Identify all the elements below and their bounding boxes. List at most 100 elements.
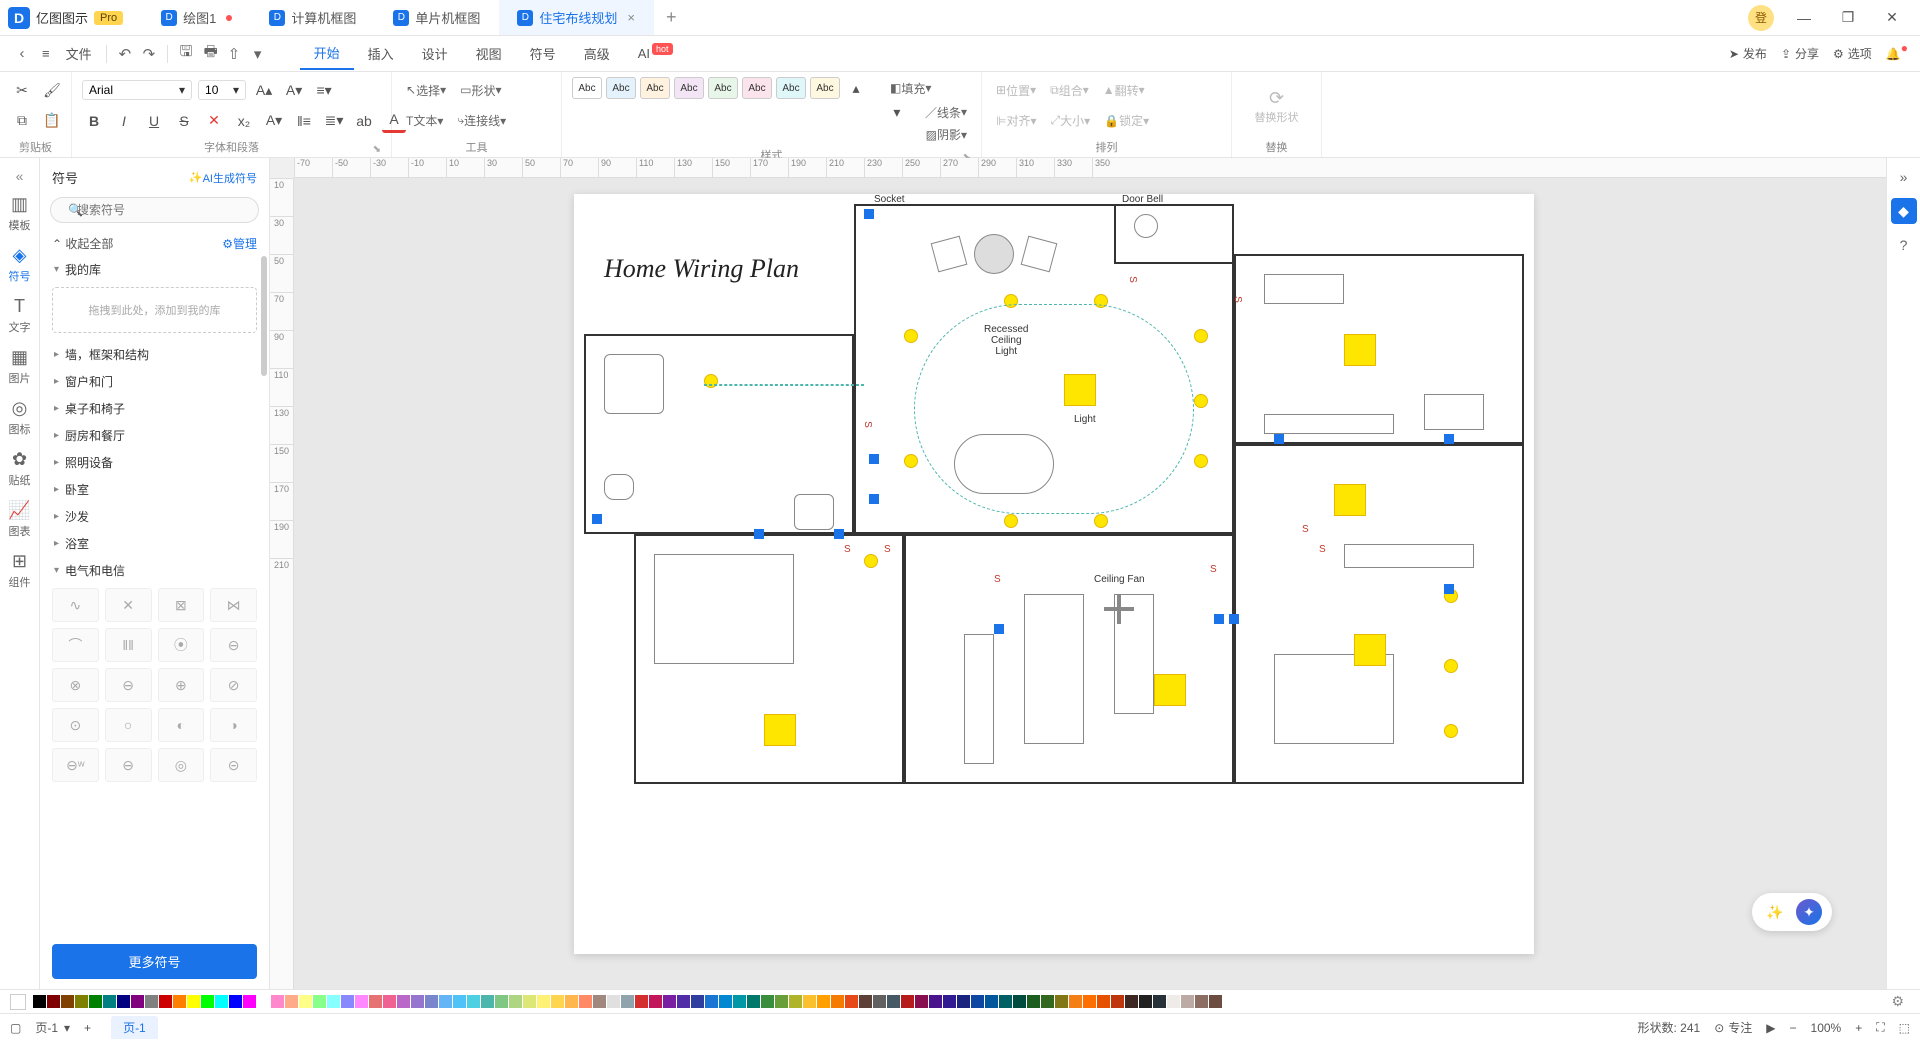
- more-symbols-button[interactable]: 更多符号: [52, 944, 257, 979]
- increase-font-button[interactable]: A▴: [252, 78, 276, 102]
- symbol-item[interactable]: ⊖: [105, 668, 152, 702]
- style-preset[interactable]: Abc: [742, 77, 772, 99]
- cat-electrical[interactable]: 电气和电信: [40, 557, 269, 584]
- presentation-button[interactable]: ▶: [1766, 1021, 1775, 1035]
- align-button[interactable]: ≡▾: [312, 78, 336, 102]
- cat-bedroom[interactable]: 卧室: [40, 476, 269, 503]
- symbol-item[interactable]: ⊙: [52, 708, 99, 742]
- focus-mode-button[interactable]: ⊙ 专注: [1714, 1019, 1752, 1036]
- paste-button[interactable]: 📋: [40, 109, 64, 133]
- cat-walls[interactable]: 墙，框架和结构: [40, 341, 269, 368]
- menu-tab-ai[interactable]: AIhot: [624, 40, 687, 67]
- right-help-button[interactable]: ?: [1891, 232, 1917, 258]
- recessed-light[interactable]: [1444, 724, 1458, 738]
- color-swatch[interactable]: [299, 995, 312, 1008]
- clear-format-button[interactable]: ✕: [202, 109, 226, 133]
- switch[interactable]: [834, 529, 844, 539]
- color-swatch[interactable]: [957, 995, 970, 1008]
- switch[interactable]: [592, 514, 602, 524]
- text-effects-button[interactable]: A▾: [262, 109, 286, 133]
- color-swatch[interactable]: [33, 995, 46, 1008]
- back-icon[interactable]: ‹: [10, 41, 34, 66]
- color-swatch[interactable]: [565, 995, 578, 1008]
- color-swatch[interactable]: [271, 995, 284, 1008]
- menu-tab-symbols[interactable]: 符号: [516, 38, 570, 69]
- light-kitchen[interactable]: [1344, 334, 1376, 366]
- color-swatch[interactable]: [845, 995, 858, 1008]
- room-entry[interactable]: [1114, 204, 1234, 264]
- tab-home-wiring[interactable]: D 住宅布线规划 ×: [499, 0, 654, 35]
- menu-tab-start[interactable]: 开始: [300, 37, 354, 70]
- recessed-light[interactable]: [1194, 454, 1208, 468]
- collapse-all-button[interactable]: ⌃ 收起全部: [52, 235, 113, 252]
- color-swatch[interactable]: [61, 995, 74, 1008]
- symbol-item[interactable]: ⌒: [52, 628, 99, 662]
- ruler-horizontal[interactable]: -70-50-30-101030507090110130150170190210…: [294, 158, 1886, 178]
- style-preset[interactable]: Abc: [776, 77, 806, 99]
- symbol-item[interactable]: ✕: [105, 588, 152, 622]
- font-size-input[interactable]: [205, 83, 233, 97]
- font-size-combo[interactable]: ▾: [198, 80, 246, 100]
- plan-title[interactable]: Home Wiring Plan: [604, 254, 799, 284]
- print-button[interactable]: 🖶: [198, 37, 222, 70]
- color-swatch[interactable]: [425, 995, 438, 1008]
- color-swatch[interactable]: [131, 995, 144, 1008]
- color-swatch[interactable]: [1083, 995, 1096, 1008]
- color-swatch[interactable]: [327, 995, 340, 1008]
- symbol-item[interactable]: ‖‖: [105, 628, 152, 662]
- connector-tool[interactable]: ⤷ 连接线 ▾: [453, 110, 510, 131]
- color-swatch[interactable]: [929, 995, 942, 1008]
- recessed-light[interactable]: [864, 554, 878, 568]
- color-swatch[interactable]: [733, 995, 746, 1008]
- page[interactable]: Home Wiring Plan Socket Door Bell Recess…: [574, 194, 1534, 954]
- color-swatch[interactable]: [383, 995, 396, 1008]
- sink[interactable]: [1264, 274, 1344, 304]
- socket[interactable]: [864, 209, 874, 219]
- color-swatch[interactable]: [915, 995, 928, 1008]
- bold-button[interactable]: B: [82, 109, 106, 133]
- change-case-button[interactable]: ab: [352, 109, 376, 133]
- color-swatch[interactable]: [1139, 995, 1152, 1008]
- color-swatch[interactable]: [537, 995, 550, 1008]
- page-nav-icon[interactable]: ▢: [10, 1021, 21, 1035]
- switch[interactable]: [1444, 434, 1454, 444]
- switch[interactable]: [869, 494, 879, 504]
- wire-loop[interactable]: [914, 304, 1194, 514]
- color-swatch[interactable]: [495, 995, 508, 1008]
- recessed-light[interactable]: [1194, 329, 1208, 343]
- color-swatch[interactable]: [159, 995, 172, 1008]
- color-swatch[interactable]: [607, 995, 620, 1008]
- switch[interactable]: [994, 624, 1004, 634]
- group-button[interactable]: ⧉ 组合▾: [1046, 80, 1093, 101]
- color-swatch[interactable]: [887, 995, 900, 1008]
- symbol-item[interactable]: ⊖: [210, 628, 257, 662]
- symbol-item[interactable]: ◎: [158, 748, 205, 782]
- style-scroll-up[interactable]: ▴: [844, 76, 868, 100]
- rail-item-symbols[interactable]: ◈符号: [0, 239, 39, 290]
- file-menu[interactable]: 文件: [58, 40, 100, 67]
- font-family-input[interactable]: [89, 83, 179, 97]
- color-swatch[interactable]: [817, 995, 830, 1008]
- subscript-button[interactable]: x₂: [232, 109, 256, 133]
- color-swatch[interactable]: [551, 995, 564, 1008]
- shadow-button[interactable]: ▨ 阴影 ▾: [922, 124, 971, 145]
- cat-my-library[interactable]: 我的库: [40, 256, 269, 283]
- save-button[interactable]: 🖫: [174, 37, 198, 70]
- ai-magic-button[interactable]: ✦: [1796, 899, 1822, 925]
- color-swatch[interactable]: [397, 995, 410, 1008]
- format-painter-button[interactable]: 🖌: [40, 78, 64, 102]
- cat-tables-chairs[interactable]: 桌子和椅子: [40, 395, 269, 422]
- colorbar-settings[interactable]: ⚙: [1885, 993, 1910, 1010]
- color-swatch[interactable]: [831, 995, 844, 1008]
- color-swatch[interactable]: [243, 995, 256, 1008]
- color-swatch[interactable]: [803, 995, 816, 1008]
- color-swatch[interactable]: [859, 995, 872, 1008]
- page-tab[interactable]: 页-1: [111, 1016, 158, 1039]
- recessed-light[interactable]: [1194, 394, 1208, 408]
- color-swatch[interactable]: [509, 995, 522, 1008]
- cat-kitchen-dining[interactable]: 厨房和餐厅: [40, 422, 269, 449]
- color-swatch[interactable]: [341, 995, 354, 1008]
- table-round[interactable]: [974, 234, 1014, 274]
- color-swatch[interactable]: [1195, 995, 1208, 1008]
- color-swatch[interactable]: [117, 995, 130, 1008]
